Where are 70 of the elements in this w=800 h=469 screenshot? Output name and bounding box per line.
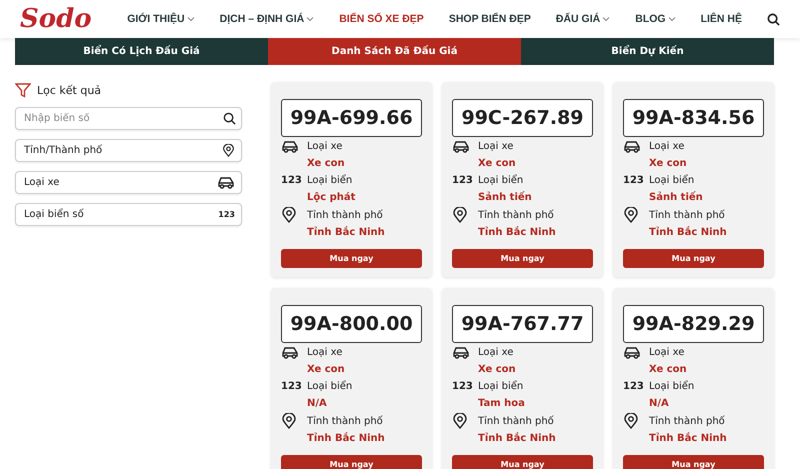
number-icon: 123: [452, 379, 478, 394]
info-label: Loại xe: [478, 346, 514, 360]
number-icon: 123: [452, 173, 478, 188]
info-value: Tỉnh Bắc Ninh: [478, 431, 557, 446]
number-icon: 123: [281, 379, 307, 394]
number-icon: 123: [623, 173, 649, 188]
info-value: Tỉnh Bắc Ninh: [307, 431, 386, 446]
nav-link[interactable]: GIỚI THIỆU: [127, 13, 185, 25]
info-value: Xe con: [478, 363, 517, 377]
info-label: Tỉnh thành phố: [478, 414, 555, 428]
info-value: Lộc phát: [307, 191, 356, 205]
license-plate[interactable]: 99A-834.56: [623, 99, 764, 137]
info-label: Loại biển: [478, 173, 524, 188]
number-icon: 123: [623, 379, 649, 394]
info-value: Xe con: [307, 363, 346, 377]
info-value: Xe con: [649, 363, 688, 377]
info-value: Tỉnh Bắc Ninh: [649, 225, 728, 240]
filter-field[interactable]: Loại biển số 123: [15, 203, 242, 226]
info-label: Loại biển: [649, 173, 696, 188]
info-value: N/A: [649, 397, 670, 411]
info-value: Tỉnh Bắc Ninh: [649, 431, 728, 446]
number-icon: 123: [281, 173, 307, 188]
info-label: Loại xe: [649, 346, 686, 360]
info-value: Tỉnh Bắc Ninh: [478, 225, 557, 240]
buy-button[interactable]: Mua ngay: [281, 455, 422, 469]
info-label: Loại xe: [649, 140, 686, 154]
nav-link[interactable]: DỊCH – ĐỊNH GIÁ: [220, 13, 304, 25]
info-value: N/A: [307, 397, 328, 411]
nav-link[interactable]: SHOP BIỂN ĐẸP: [448, 13, 531, 25]
nav-link[interactable]: BIỂN SỐ XE ĐẸP: [339, 13, 424, 25]
license-plate[interactable]: 99A-767.77: [452, 305, 593, 343]
license-plate[interactable]: 99A-699.66: [281, 99, 422, 137]
nav-link[interactable]: BLOG: [635, 13, 666, 25]
info-label: Tỉnh thành phố: [307, 414, 384, 428]
buy-button[interactable]: Mua ngay: [281, 249, 422, 268]
info-value: Sảnh tiến: [478, 190, 533, 205]
tab[interactable]: Danh Sách Đã Đấu Giá: [268, 38, 521, 65]
site-logo[interactable]: Sodo: [20, 4, 106, 34]
info-label: Loại xe: [307, 346, 344, 360]
info-label: Loại xe: [307, 140, 344, 154]
info-label: Tỉnh thành phố: [649, 208, 726, 222]
license-plate[interactable]: 99C-267.89: [452, 99, 593, 137]
info-value: Xe con: [649, 157, 688, 171]
info-value: Tỉnh Bắc Ninh: [307, 225, 386, 240]
tab[interactable]: Biển Có Lịch Đấu Giá: [15, 38, 268, 65]
license-plate[interactable]: 99A-829.29: [623, 305, 764, 343]
buy-button[interactable]: Mua ngay: [452, 249, 593, 268]
info-value: Sảnh tiến: [649, 190, 704, 205]
license-plate[interactable]: 99A-800.00: [281, 305, 422, 343]
info-label: Tỉnh thành phố: [649, 414, 726, 428]
nav-link[interactable]: LIÊN HỆ: [700, 13, 742, 25]
filter-field[interactable]: Loại xe: [15, 171, 242, 194]
info-label: Loại biển: [307, 379, 354, 394]
info-label: Loại biển: [307, 173, 354, 188]
info-value: Xe con: [478, 157, 517, 171]
info-label: Tỉnh thành phố: [307, 208, 384, 222]
buy-button[interactable]: Mua ngay: [452, 455, 593, 469]
info-value: Tam hoa: [478, 397, 526, 411]
number-icon: 123: [218, 210, 235, 219]
buy-button[interactable]: Mua ngay: [623, 455, 764, 469]
info-label: Loại biển: [478, 379, 524, 394]
info-label: Loại biển: [649, 379, 696, 394]
filter-title: Lọc kết quả: [37, 84, 102, 96]
info-label: Tỉnh thành phố: [478, 208, 555, 222]
filter-field[interactable]: Tỉnh/Thành phố: [15, 139, 242, 162]
buy-button[interactable]: Mua ngay: [623, 249, 764, 268]
info-label: Loại xe: [478, 140, 514, 154]
info-value: Xe con: [307, 157, 346, 171]
tab[interactable]: Biển Dự Kiến: [521, 38, 774, 65]
nav-link[interactable]: ĐẤU GIÁ: [556, 13, 600, 25]
